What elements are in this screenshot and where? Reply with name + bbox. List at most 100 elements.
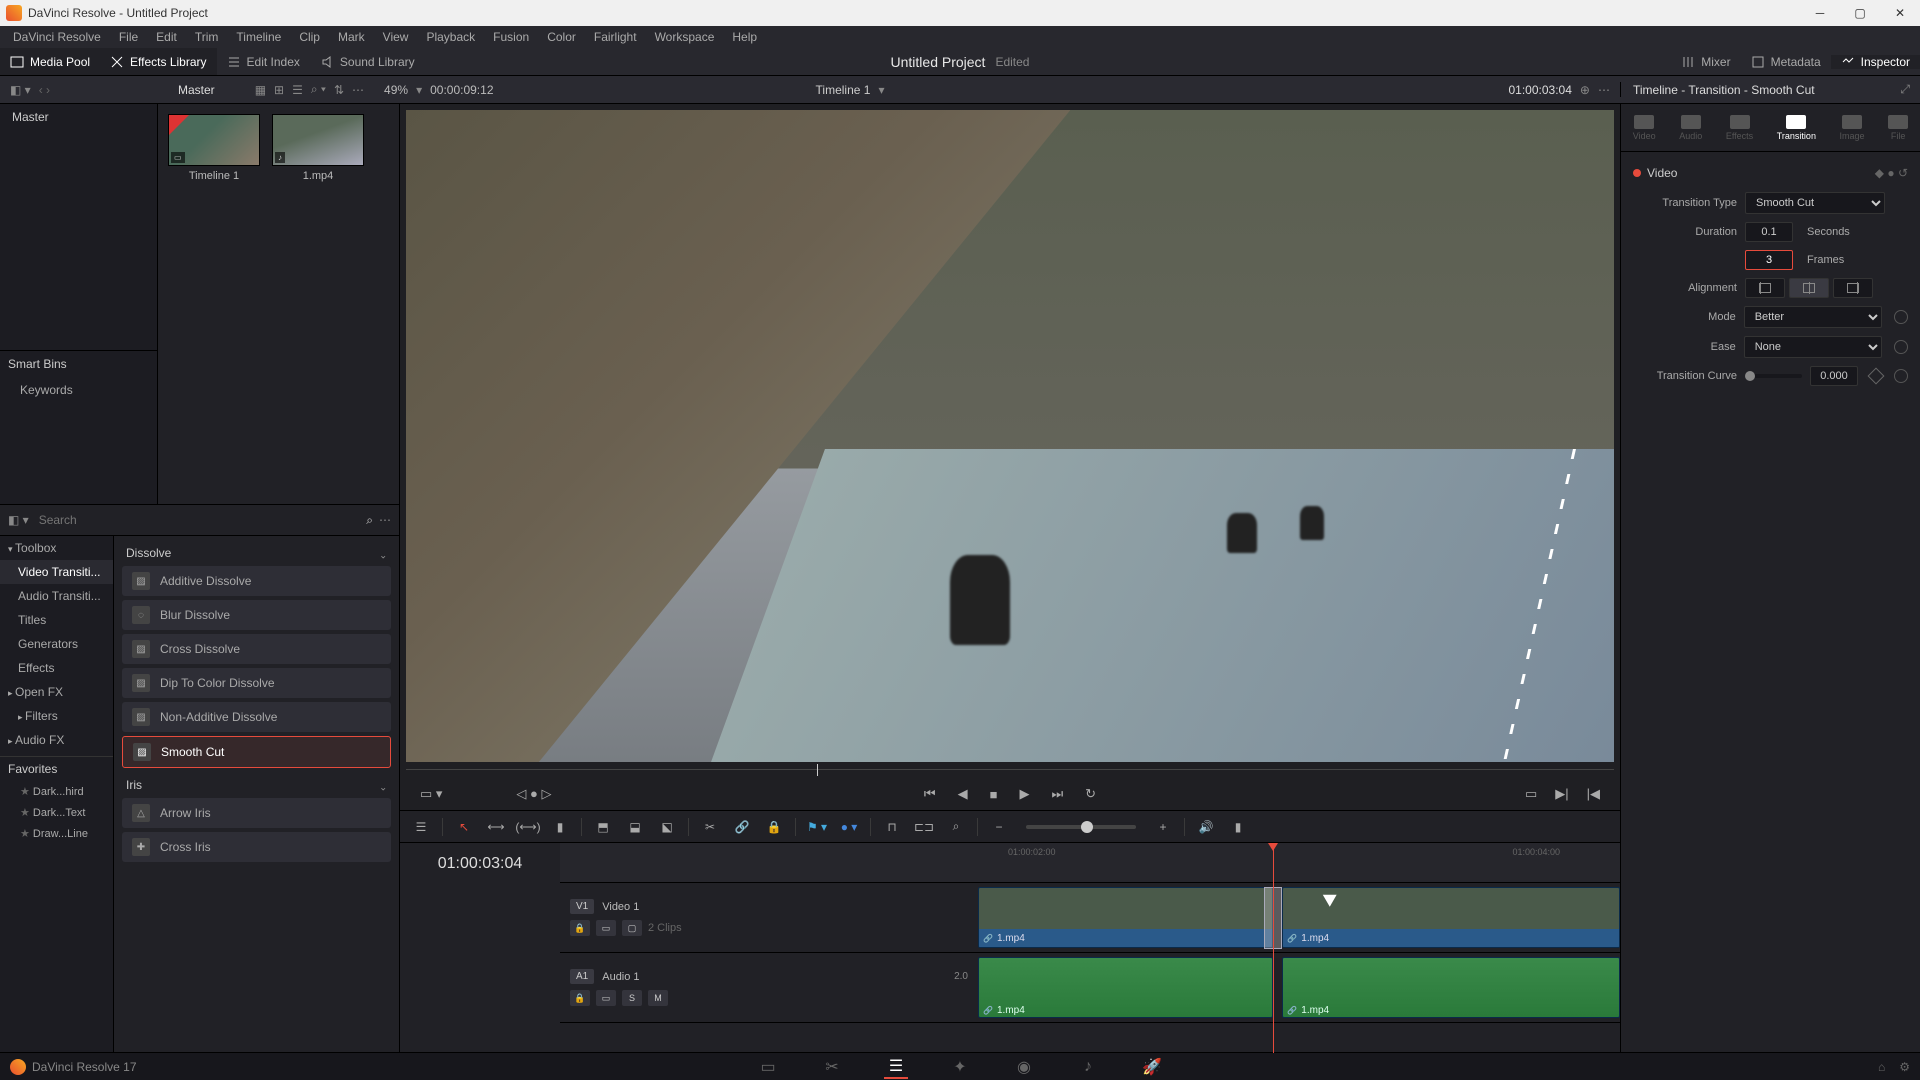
blade-tool[interactable]: ▮	[549, 816, 571, 838]
view-thumb-mode[interactable]: ▦	[255, 83, 266, 97]
snapping-button[interactable]: ⊓	[881, 816, 903, 838]
ease-select[interactable]: None	[1744, 336, 1882, 358]
audio-monitor-button[interactable]: 🔊	[1195, 816, 1217, 838]
replace-clip-button[interactable]: ⬕	[656, 816, 678, 838]
page-cut[interactable]: ✂	[820, 1055, 844, 1079]
fx-smooth-cut[interactable]: ▨Smooth Cut	[122, 736, 391, 768]
track-auto-select-button[interactable]: ▭	[596, 920, 616, 936]
smart-bins-header[interactable]: Smart Bins	[0, 351, 157, 377]
match-frame-icon[interactable]: ◁ ● ▷	[512, 782, 555, 806]
dynamic-trim-tool[interactable]: (⟷)	[517, 816, 539, 838]
curve-slider[interactable]	[1745, 371, 1755, 381]
overwrite-clip-button[interactable]: ⬓	[624, 816, 646, 838]
lock-button[interactable]: 🔒	[763, 816, 785, 838]
clip-timeline-1[interactable]: ▭ Timeline 1	[168, 114, 260, 182]
project-settings-button[interactable]: ⚙	[1899, 1060, 1910, 1074]
reset-button[interactable]	[1894, 310, 1908, 324]
flag-button[interactable]: ⚑ ▾	[806, 816, 828, 838]
menu-color[interactable]: Color	[538, 28, 585, 46]
menu-view[interactable]: View	[374, 28, 418, 46]
transition-type-select[interactable]: Smooth Cut	[1745, 192, 1885, 214]
fx-node-effects[interactable]: Effects	[0, 656, 113, 680]
fx-node-audiofx[interactable]: Audio FX	[0, 728, 113, 752]
play-button[interactable]: ▶	[1015, 782, 1033, 806]
fx-panel-mode-icon[interactable]: ◧ ▾	[8, 513, 29, 527]
track-lock-button[interactable]: 🔒	[570, 920, 590, 936]
fav-item[interactable]: Draw...Line	[0, 823, 113, 844]
menu-dots-icon[interactable]: ⋯	[352, 83, 364, 97]
metadata-toggle[interactable]: Metadata	[1741, 55, 1831, 69]
menu-playback[interactable]: Playback	[417, 28, 484, 46]
zoom-slider[interactable]	[1026, 825, 1136, 829]
inspector-tab-image[interactable]: Image	[1834, 111, 1871, 145]
page-fusion[interactable]: ✦	[948, 1055, 972, 1079]
inspector-tab-transition[interactable]: Transition	[1771, 111, 1822, 145]
fx-node-titles[interactable]: Titles	[0, 608, 113, 632]
trim-tool[interactable]: ⟷	[485, 816, 507, 838]
inspector-toggle[interactable]: Inspector	[1831, 55, 1920, 69]
menu-trim[interactable]: Trim	[186, 28, 228, 46]
window-minimize-button[interactable]: ─	[1800, 0, 1840, 26]
single-viewer-icon[interactable]: ▭	[1521, 782, 1541, 806]
menu-fairlight[interactable]: Fairlight	[585, 28, 646, 46]
align-end-button[interactable]	[1833, 278, 1873, 298]
step-back-button[interactable]: ◀	[954, 782, 972, 806]
menu-fusion[interactable]: Fusion	[484, 28, 538, 46]
fx-additive-dissolve[interactable]: ▨Additive Dissolve	[122, 566, 391, 596]
timeline-name[interactable]: Timeline 1	[816, 83, 871, 97]
next-edit-icon[interactable]: ▶|	[1551, 782, 1572, 806]
viewer-canvas[interactable]	[406, 110, 1614, 762]
menu-app[interactable]: DaVinci Resolve	[4, 28, 110, 46]
menu-clip[interactable]: Clip	[290, 28, 329, 46]
zoom-to-fit-button[interactable]: ⌕	[945, 816, 967, 838]
fx-node-filters[interactable]: Filters	[0, 704, 113, 728]
page-color[interactable]: ◉	[1012, 1055, 1036, 1079]
page-media[interactable]: ▭	[756, 1055, 780, 1079]
fav-item[interactable]: Dark...Text	[0, 802, 113, 823]
blade-edit-button[interactable]: ✂	[699, 816, 721, 838]
viewer-mode-button[interactable]: ▭ ▾	[416, 782, 446, 806]
mode-select[interactable]: Better	[1744, 306, 1882, 328]
fx-node-video-transitions[interactable]: Video Transiti...	[0, 560, 113, 584]
inspector-tab-file[interactable]: File	[1882, 111, 1914, 145]
clip-1-mp4[interactable]: ♪ 1.mp4	[272, 114, 364, 182]
duration-seconds-input[interactable]: 0.1	[1745, 222, 1793, 242]
bin-path-label[interactable]: Master	[178, 83, 215, 97]
video-track-1[interactable]: 1.mp4 1.mp4	[978, 883, 1620, 953]
page-deliver[interactable]: 🚀	[1140, 1055, 1164, 1079]
go-first-button[interactable]: ⏮	[920, 782, 940, 806]
fx-favorites-header[interactable]: Favorites	[0, 756, 113, 781]
audio-clip-2[interactable]: 1.mp4	[1282, 957, 1620, 1018]
inspector-tab-video[interactable]: Video	[1627, 111, 1662, 145]
home-button[interactable]: ⌂	[1878, 1060, 1885, 1074]
fx-node-toolbox[interactable]: Toolbox	[0, 536, 113, 560]
sort-icon[interactable]: ⇅	[334, 83, 344, 97]
duration-frames-input[interactable]: 3	[1745, 250, 1793, 270]
track-enable-button[interactable]: ▢	[622, 920, 642, 936]
inspector-tab-effects[interactable]: Effects	[1720, 111, 1759, 145]
menu-timeline[interactable]: Timeline	[227, 28, 290, 46]
smart-bin-keywords[interactable]: Keywords	[0, 377, 157, 403]
video-clip-2[interactable]: 1.mp4	[1282, 887, 1620, 948]
fx-group-iris[interactable]: Iris	[122, 772, 391, 798]
loop-button[interactable]: ↻	[1081, 782, 1100, 806]
menu-file[interactable]: File	[110, 28, 147, 46]
window-maximize-button[interactable]: ▢	[1840, 0, 1880, 26]
link-selection-button[interactable]: ⊏⊐	[913, 816, 935, 838]
zoom-in-button[interactable]: +	[1152, 816, 1174, 838]
timeline-ruler[interactable]: 01:00:02:00 01:00:04:00	[978, 843, 1620, 883]
inspector-group-video[interactable]: Video◆ ● ↺	[1633, 162, 1908, 184]
marker-button[interactable]: ● ▾	[838, 816, 860, 838]
track-auto-select-button[interactable]: ▭	[596, 990, 616, 1006]
track-mute-button[interactable]: M	[648, 990, 668, 1006]
tc-options-icon[interactable]: ⊕	[1580, 83, 1590, 97]
align-start-button[interactable]	[1745, 278, 1785, 298]
track-lock-button[interactable]: 🔒	[570, 990, 590, 1006]
zoom-out-button[interactable]: −	[988, 816, 1010, 838]
inspector-expand-icon[interactable]: ⤢	[1900, 82, 1910, 97]
fx-cross-iris[interactable]: ✚Cross Iris	[122, 832, 391, 862]
selection-tool[interactable]: ↖	[453, 816, 475, 838]
track-header-a1[interactable]: A1Audio 12.0 🔒 ▭ S M	[560, 953, 978, 1023]
fx-node-openfx[interactable]: Open FX	[0, 680, 113, 704]
align-center-button[interactable]	[1789, 278, 1829, 298]
